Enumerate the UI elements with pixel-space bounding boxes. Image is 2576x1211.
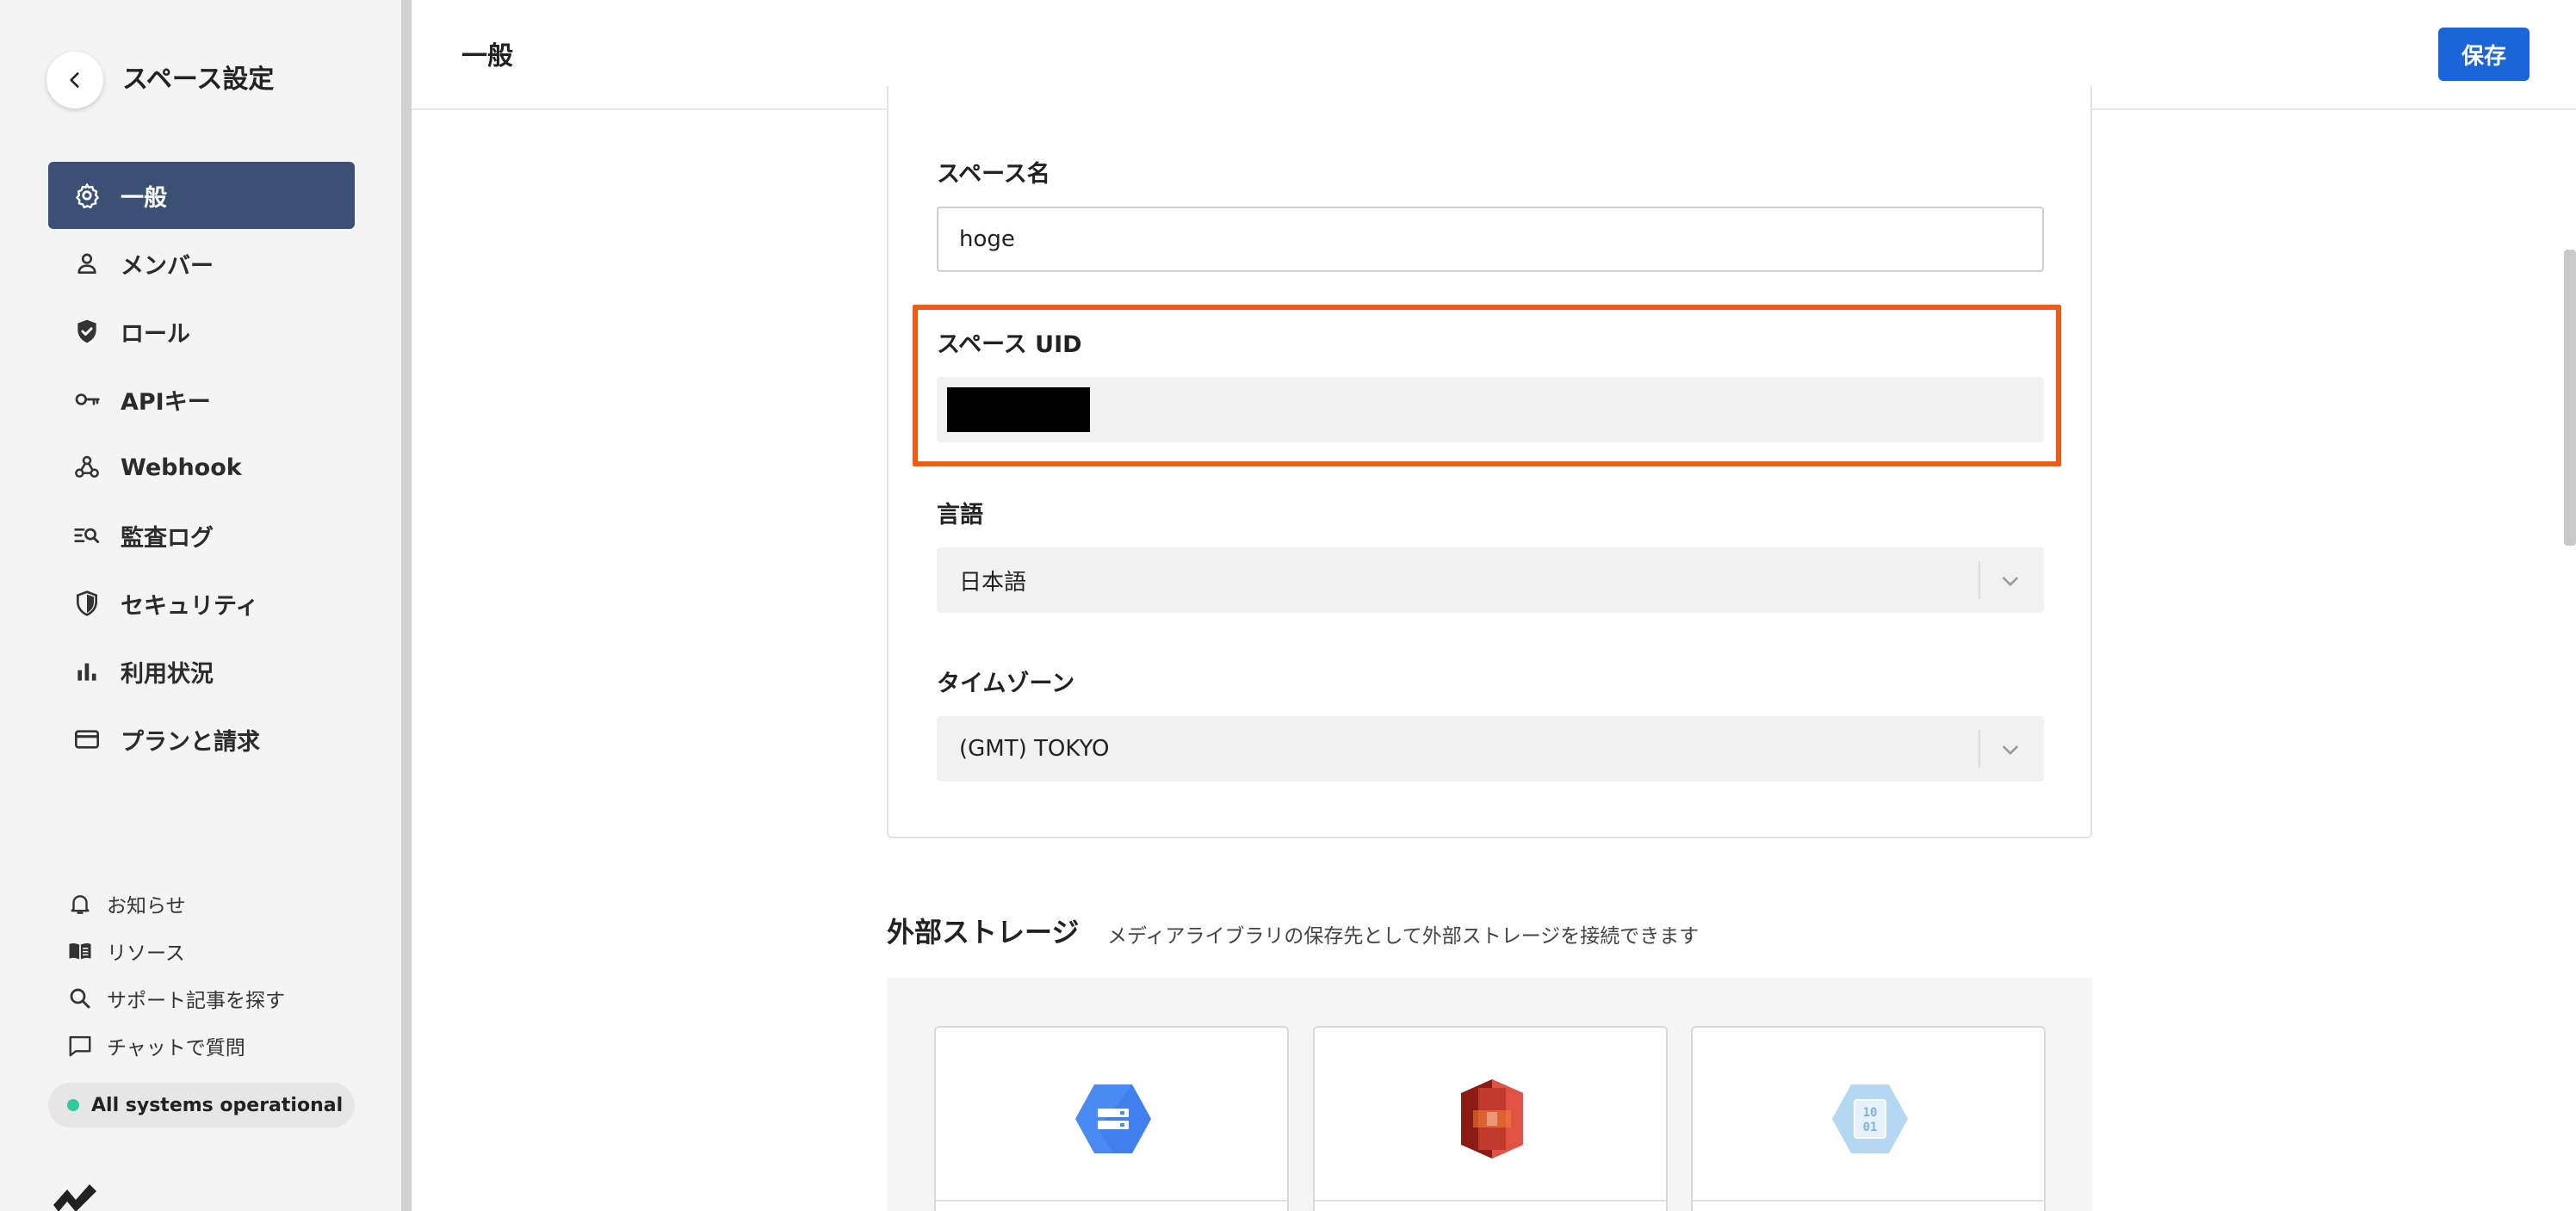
nav-item-label: セキュリティ [121,592,259,620]
select-divider [1978,561,1980,599]
main-scrollbar[interactable] [2564,250,2576,546]
sidebar-footer-links: お知らせ リソース サポート記事を探す チャットで質問 [65,880,285,1069]
card-divider [1315,1200,1666,1202]
link-label: お知らせ [107,894,186,918]
link-label: サポート記事を探す [107,989,285,1012]
timezone-label: タイムゾーン [937,670,1075,697]
gear-icon [72,181,102,210]
language-select[interactable]: 日本語 [937,547,2044,613]
google-cloud-storage-icon [1075,1084,1151,1153]
nav-item-api-keys[interactable]: APIキー [48,366,355,433]
sidebar-scrollbar[interactable] [401,0,412,1211]
select-divider [1978,730,1980,768]
shield-icon [72,589,102,618]
chevron-down-icon [2003,745,2018,755]
status-label: All systems operational [91,1094,344,1116]
credit-card-icon [72,725,102,754]
chevron-down-icon [2003,577,2018,586]
back-button[interactable] [46,52,103,108]
brand-logo [50,1171,105,1211]
key-icon [72,385,102,414]
nav-item-label: Webhook [121,454,242,481]
settings-nav: 一般 メンバー ロール APIキー Webhook 監査ログ セキュリティ 利用… [48,162,355,774]
link-label: チャットで質問 [107,1036,245,1060]
link-chat[interactable]: チャットで質問 [65,1022,285,1069]
book-icon [65,936,95,966]
search-icon [65,984,95,1013]
shield-check-icon [72,317,102,346]
timezone-select[interactable]: (GMT) TOKYO [937,716,2044,782]
card-divider [936,1200,1287,1202]
chevron-left-icon [70,72,79,88]
nav-item-label: プランと請求 [121,728,260,756]
webhook-icon [72,453,102,482]
person-icon [72,249,102,278]
sidebar: スペース設定 一般 メンバー ロール APIキー Webhook 監査ログ セキ… [0,0,405,1211]
chat-icon [65,1031,95,1060]
bar-chart-icon [72,657,102,686]
list-search-icon [72,521,102,550]
storage-card-amazon-s3[interactable] [1313,1026,1668,1211]
nav-item-roles[interactable]: ロール [48,298,355,365]
status-dot [67,1099,79,1111]
link-label: リソース [107,942,185,965]
nav-item-label: 監査ログ [121,524,214,552]
link-announcements[interactable]: お知らせ [65,880,285,927]
space-uid-field[interactable] [937,377,2044,442]
redacted-uid [947,387,1090,432]
language-value: 日本語 [959,569,1027,596]
space-uid-label: スペース UID [937,331,1082,358]
nav-item-label: 利用状況 [121,660,214,688]
storage-card-azure-blob[interactable]: 10 01 [1691,1026,2046,1211]
page-title: 一般 [461,41,513,71]
link-search-support[interactable]: サポート記事を探す [65,974,285,1022]
nav-item-label: APIキー [121,388,211,416]
nav-item-audit-log[interactable]: 監査ログ [48,502,355,569]
nav-item-members[interactable]: メンバー [48,230,355,297]
bell-icon [65,889,95,918]
storage-card-google-cloud[interactable] [934,1026,1289,1211]
timezone-value: (GMT) TOKYO [959,736,1110,762]
external-storage-title: 外部ストレージ [887,916,1080,948]
save-button[interactable]: 保存 [2438,28,2530,81]
azure-blob-storage-icon: 10 01 [1832,1084,1908,1153]
amazon-s3-icon [1461,1079,1523,1158]
system-status-badge[interactable]: All systems operational [48,1083,355,1128]
svg-text:01: 01 [1863,1121,1878,1134]
external-storage-description: メディアライブラリの保存先として外部ストレージを接続できます [1107,925,1700,948]
nav-item-label: メンバー [121,252,214,280]
nav-item-usage[interactable]: 利用状況 [48,638,355,705]
nav-item-label: 一般 [121,184,167,212]
nav-item-billing[interactable]: プランと請求 [48,706,355,773]
nav-item-general[interactable]: 一般 [48,162,355,229]
svg-text:10: 10 [1863,1106,1878,1120]
language-label: 言語 [937,502,983,528]
card-divider [1693,1200,2044,1202]
space-name-input[interactable] [937,207,2044,272]
nav-item-security[interactable]: セキュリティ [48,570,355,637]
nav-item-label: ロール [121,320,190,348]
sidebar-title: スペース設定 [122,65,275,95]
space-name-label: スペース名 [937,161,1050,188]
link-resources[interactable]: リソース [65,927,285,974]
nav-item-webhook[interactable]: Webhook [48,434,355,501]
